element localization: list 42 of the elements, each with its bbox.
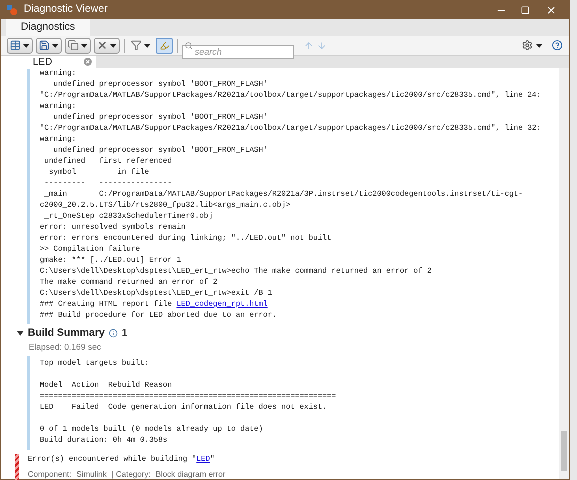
help-icon[interactable] [552, 40, 563, 51]
caret-icon [23, 44, 30, 48]
info-count: 1 [122, 327, 128, 342]
window-title: Diagnostic Viewer [24, 2, 108, 18]
view-button[interactable] [7, 38, 33, 54]
detail-label: | Category: [112, 470, 151, 480]
save-button[interactable] [36, 38, 62, 54]
info-icon [109, 329, 118, 338]
settings-button[interactable] [522, 40, 543, 51]
settings-icon [522, 40, 533, 51]
tab-label: LED [33, 56, 52, 68]
filter-button[interactable] [129, 40, 153, 51]
copy-button[interactable] [65, 38, 91, 54]
document-tab[interactable]: LED [1, 56, 96, 68]
caret-icon [81, 44, 88, 48]
caret-icon [52, 44, 59, 48]
caret-icon [144, 44, 151, 48]
copy-icon [68, 40, 79, 51]
filter-icon [131, 40, 142, 51]
close-icon[interactable] [546, 4, 557, 16]
search-field[interactable]: search [182, 44, 294, 58]
search-icon [185, 42, 193, 50]
clear-button[interactable] [94, 38, 120, 54]
app-icon [7, 4, 18, 16]
section-title: Build Summary [28, 326, 106, 341]
detail-value: Simulink [76, 470, 107, 480]
elapsed-time: Elapsed: 0.169 sec [29, 342, 102, 352]
caret-icon [536, 44, 543, 48]
highlighter-icon [160, 40, 170, 50]
maximize-icon[interactable] [521, 6, 530, 14]
expand-triangle-icon[interactable] [17, 330, 24, 338]
caret-icon [110, 44, 117, 48]
scrollbar-thumb[interactable] [561, 431, 567, 471]
close-icon[interactable] [84, 58, 92, 66]
detail-label: Component: [28, 470, 72, 480]
save-icon [39, 40, 50, 51]
highlight-toggle[interactable] [156, 38, 173, 54]
tab[interactable]: Diagnostics [6, 19, 90, 36]
error-stripe [15, 454, 19, 480]
table-icon [10, 40, 21, 51]
detail-value: Block diagram error [156, 470, 226, 480]
close-icon [97, 40, 108, 51]
